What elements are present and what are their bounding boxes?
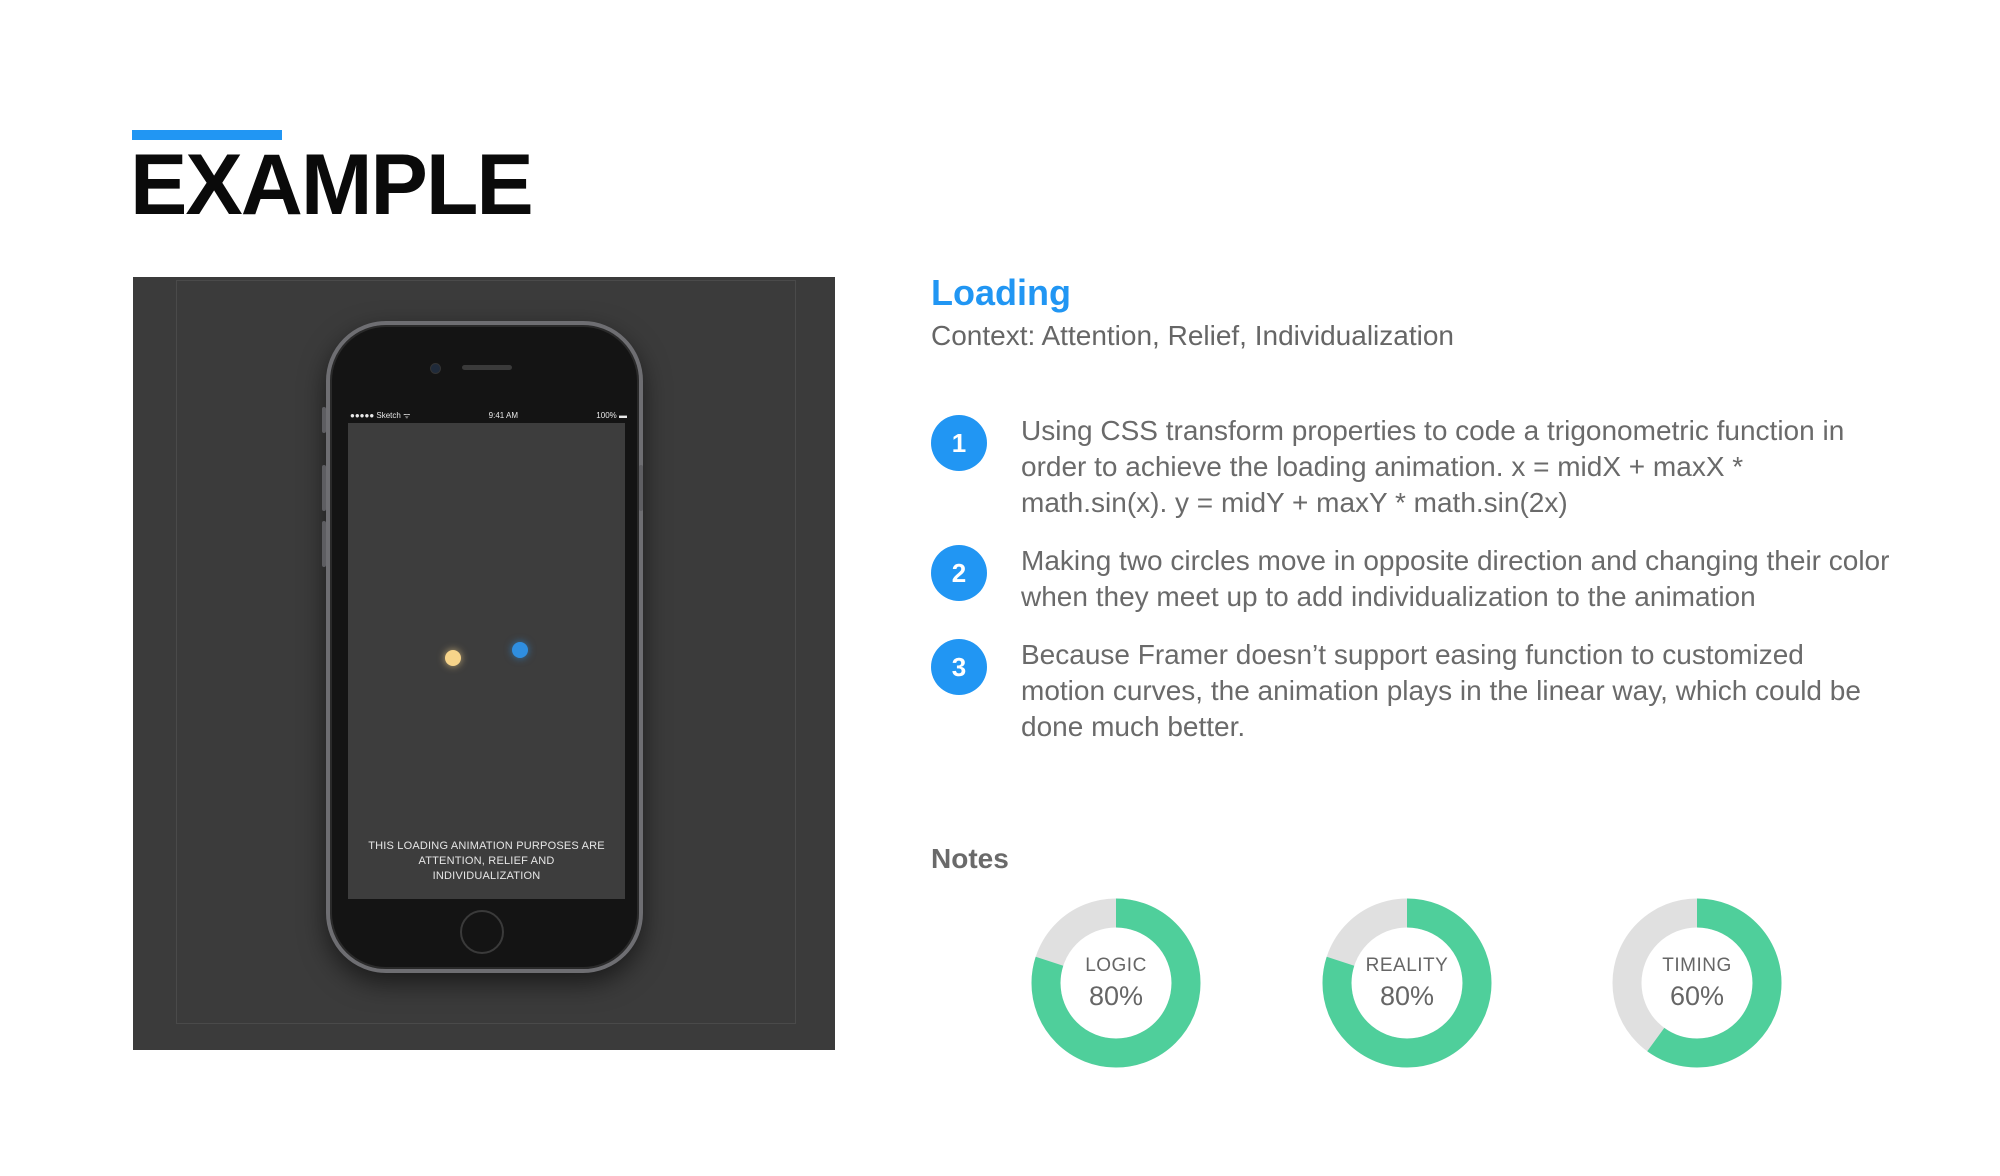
volume-down-button: [322, 521, 326, 567]
home-button: [460, 910, 504, 954]
phone-device: ●●●●● Sketch ᯤ 9:41 AM 100% ▬ THIS LOADI…: [322, 321, 643, 973]
step-text: Making two circles move in opposite dire…: [1021, 545, 1890, 612]
donut-chart-timing: TIMING 60%: [1612, 898, 1782, 1068]
donut-chart-logic: LOGIC 80%: [1031, 898, 1201, 1068]
donut-value: 80%: [1379, 980, 1435, 1011]
section-subtitle: Context: Attention, Relief, Individualiz…: [931, 320, 1454, 351]
step-item: 1 Using CSS transform properties to code…: [931, 413, 1891, 521]
volume-up-button: [322, 465, 326, 511]
donut-label: LOGIC: [1085, 954, 1147, 976]
status-carrier: ●●●●● Sketch ᯤ: [350, 410, 411, 420]
loading-dot-blue: [512, 642, 528, 658]
status-battery: 100% ▬: [596, 410, 627, 420]
status-time: 9:41 AM: [488, 410, 519, 420]
mute-switch: [322, 407, 326, 433]
donut-label: REALITY: [1365, 954, 1449, 976]
donut-value: 80%: [1088, 980, 1144, 1011]
steps-list: 1 Using CSS transform properties to code…: [931, 413, 1891, 767]
power-button: [639, 465, 643, 511]
front-camera: [430, 363, 441, 374]
page-title: EXAMPLE: [130, 137, 534, 233]
step-item: 2 Making two circles move in opposite di…: [931, 543, 1891, 615]
step-item: 3 Because Framer doesn’t support easing …: [931, 637, 1891, 745]
step-number-badge: 2: [931, 545, 987, 601]
donut-chart-reality: REALITY 80%: [1322, 898, 1492, 1068]
donut-label: TIMING: [1662, 954, 1732, 976]
earpiece-speaker: [462, 365, 512, 370]
step-number-badge: 1: [931, 415, 987, 471]
step-number-badge: 3: [931, 639, 987, 695]
loading-dot-yellow: [445, 650, 461, 666]
section-title: Loading: [931, 272, 1071, 313]
status-bar: ●●●●● Sketch ᯤ 9:41 AM 100% ▬: [350, 409, 627, 421]
screen-caption: THIS LOADING ANIMATION PURPOSES ARE ATTE…: [368, 840, 605, 882]
phone-mockup-panel: ●●●●● Sketch ᯤ 9:41 AM 100% ▬ THIS LOADI…: [133, 277, 835, 1050]
notes-heading: Notes: [931, 843, 1009, 874]
step-text: Because Framer doesn’t support easing fu…: [1021, 639, 1861, 742]
donut-value: 60%: [1669, 980, 1725, 1011]
phone-screen: THIS LOADING ANIMATION PURPOSES ARE ATTE…: [348, 423, 625, 899]
step-text: Using CSS transform properties to code a…: [1021, 415, 1845, 518]
